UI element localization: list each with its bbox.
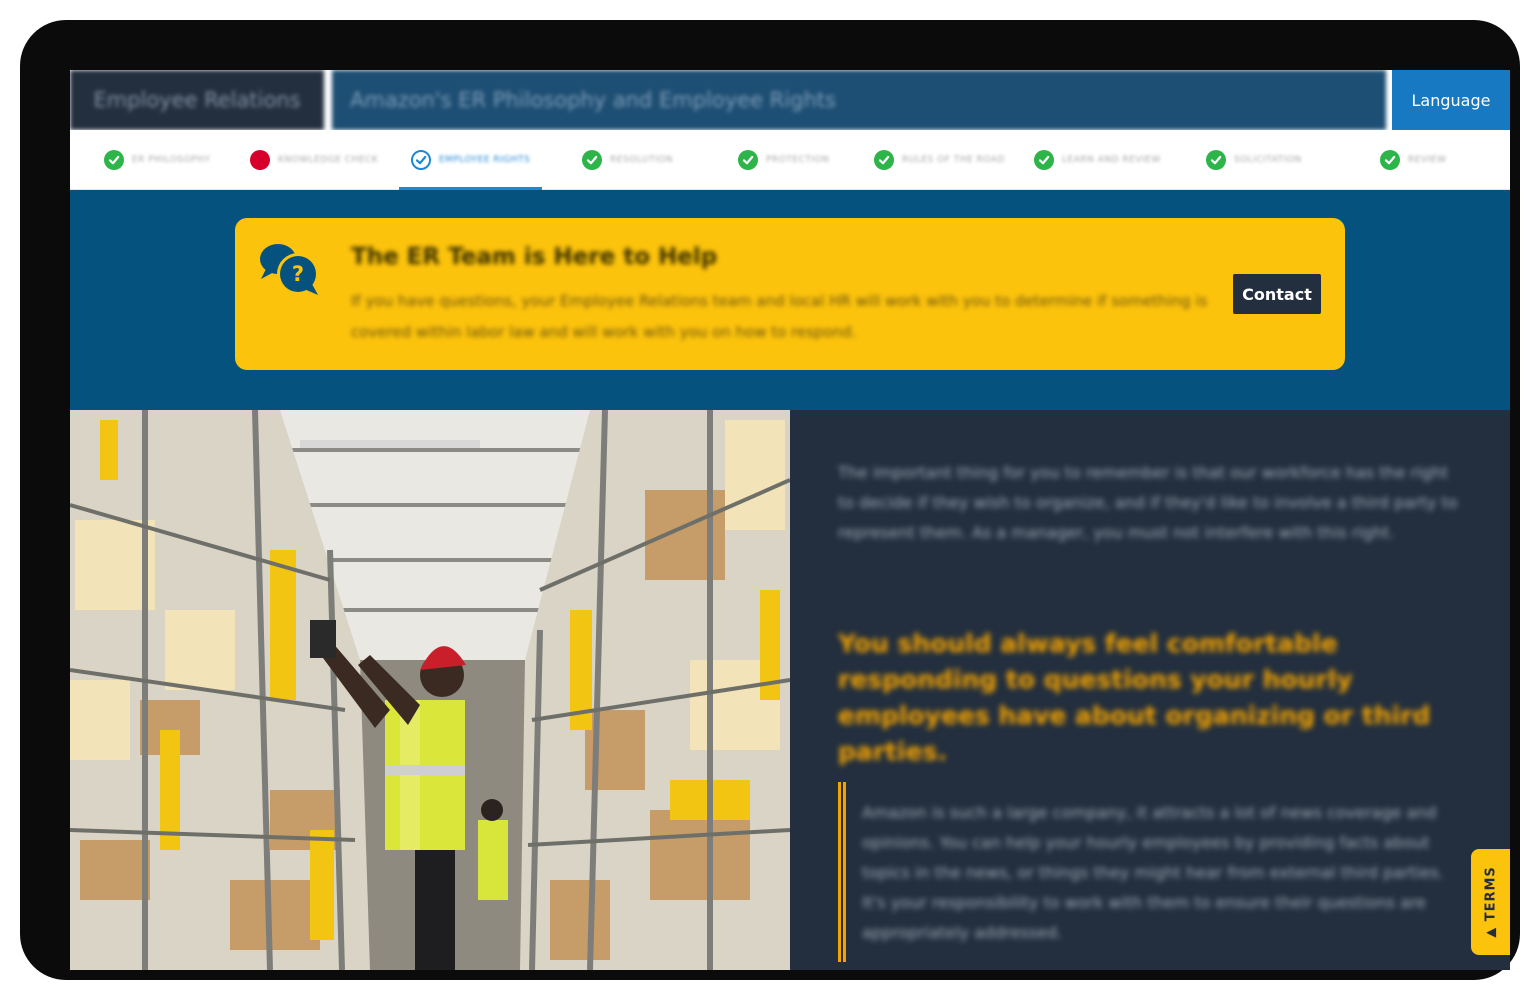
app-screen: Employee Relations Amazon's ER Philosoph… bbox=[70, 70, 1510, 970]
tab-review[interactable]: REVIEW bbox=[1380, 130, 1446, 190]
top-bar: Employee Relations Amazon's ER Philosoph… bbox=[70, 70, 1510, 130]
quote-paragraph: Amazon is such a large company, it attra… bbox=[862, 803, 1444, 942]
tab-er-philosophy[interactable]: ER PHILOSOPHY bbox=[104, 130, 210, 190]
warehouse-photo bbox=[70, 410, 790, 970]
check-icon bbox=[1380, 150, 1400, 170]
tab-learn-and-review[interactable]: LEARN AND REVIEW bbox=[1034, 130, 1161, 190]
tab-label: SOLICITATION bbox=[1234, 155, 1302, 165]
check-icon bbox=[582, 150, 602, 170]
intro-paragraph: The important thing for you to remember … bbox=[838, 463, 1458, 542]
device-frame: Employee Relations Amazon's ER Philosoph… bbox=[20, 20, 1520, 980]
terms-text: TERMS bbox=[1483, 866, 1498, 922]
check-icon bbox=[874, 150, 894, 170]
tab-solicitation[interactable]: SOLICITATION bbox=[1206, 130, 1302, 190]
tab-label: RULES OF THE ROAD bbox=[902, 155, 1005, 165]
tab-label: KNOWLEDGE CHECK bbox=[278, 155, 379, 165]
emphasis-statement: You should always feel comfortable respo… bbox=[838, 629, 1431, 766]
tab-label: EMPLOYEE RIGHTS bbox=[439, 155, 531, 165]
tab-employee-rights[interactable]: EMPLOYEE RIGHTS bbox=[398, 130, 543, 190]
help-band: ? The ER Team is Here to Help If you hav… bbox=[70, 190, 1510, 410]
tab-label: PROTECTION bbox=[766, 155, 830, 165]
tab-label: ER PHILOSOPHY bbox=[132, 155, 211, 165]
check-icon bbox=[1206, 150, 1226, 170]
tab-label: REVIEW bbox=[1408, 155, 1447, 165]
help-title: The ER Team is Here to Help bbox=[351, 244, 718, 270]
terms-label: ▲ TERMS bbox=[1483, 866, 1498, 938]
incorrect-dot-icon bbox=[250, 150, 270, 170]
check-icon bbox=[104, 150, 124, 170]
help-card: ? The ER Team is Here to Help If you hav… bbox=[235, 218, 1345, 370]
svg-text:?: ? bbox=[292, 262, 304, 286]
tab-label: LEARN AND REVIEW bbox=[1062, 155, 1161, 165]
content-panel: The important thing for you to remember … bbox=[790, 410, 1510, 970]
contact-button[interactable]: Contact bbox=[1233, 274, 1321, 314]
current-check-icon bbox=[411, 150, 431, 170]
help-body: If you have questions, your Employee Rel… bbox=[351, 292, 1208, 341]
chat-question-icon: ? bbox=[260, 244, 319, 295]
language-button[interactable]: Language bbox=[1392, 70, 1510, 130]
module-title: Amazon's ER Philosophy and Employee Righ… bbox=[332, 70, 1386, 130]
tab-rules-of-the-road[interactable]: RULES OF THE ROAD bbox=[874, 130, 1005, 190]
check-icon bbox=[1034, 150, 1054, 170]
terms-tab[interactable]: ▲ TERMS bbox=[1471, 849, 1510, 955]
course-title: Employee Relations bbox=[70, 70, 324, 130]
tab-protection[interactable]: PROTECTION bbox=[738, 130, 829, 190]
warehouse-illustration bbox=[70, 410, 790, 970]
tab-resolution[interactable]: RESOLUTION bbox=[582, 130, 673, 190]
section-tabs: ER PHILOSOPHY KNOWLEDGE CHECK EMPLOYEE R… bbox=[70, 130, 1510, 190]
quote-bar bbox=[838, 782, 846, 962]
tab-label: RESOLUTION bbox=[610, 155, 673, 165]
check-icon bbox=[738, 150, 758, 170]
tab-knowledge-check[interactable]: KNOWLEDGE CHECK bbox=[250, 130, 378, 190]
